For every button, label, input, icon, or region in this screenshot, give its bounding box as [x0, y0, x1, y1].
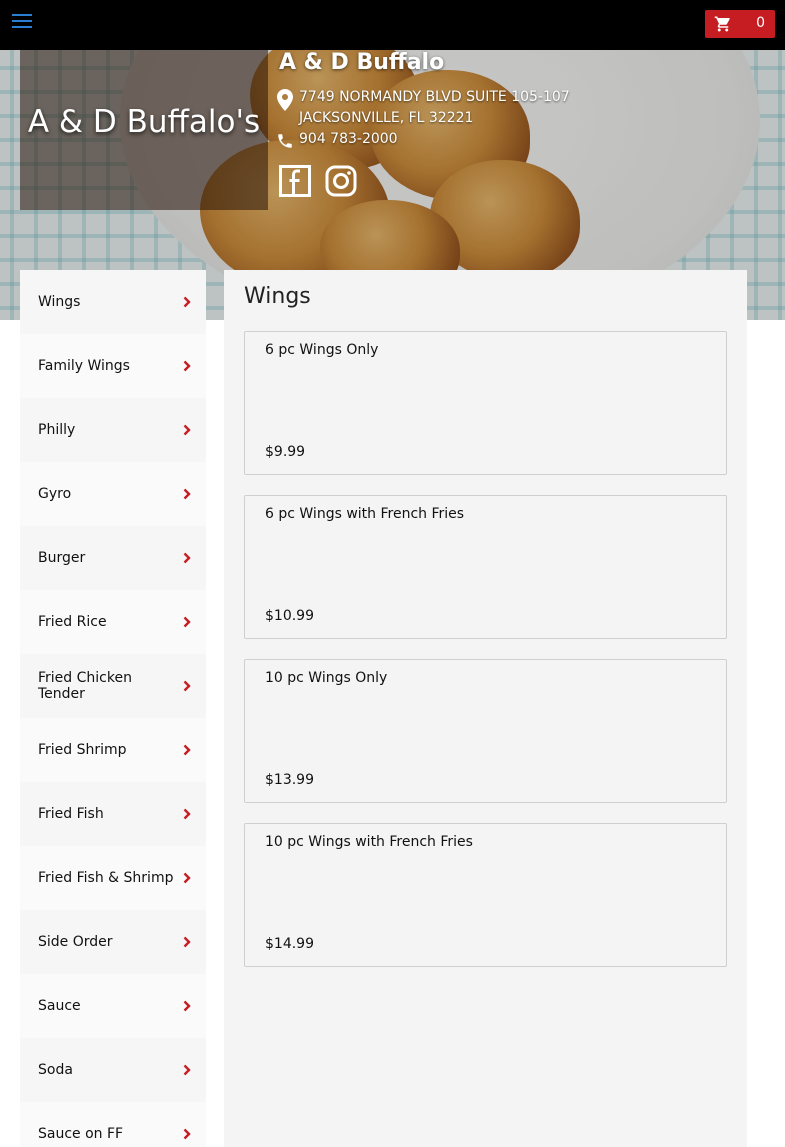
menu-item-card[interactable]: 10 pc Wings with French Fries $14.99: [244, 823, 727, 967]
chevron-right-icon: [183, 360, 191, 372]
chevron-right-icon: [183, 872, 191, 884]
chevron-right-icon: [183, 1128, 191, 1140]
sidebar-item-fried-chicken-tender[interactable]: Fried Chicken Tender: [20, 654, 206, 718]
sidebar-item-label: Soda: [38, 1062, 73, 1078]
sidebar-item-philly[interactable]: Philly: [20, 398, 206, 462]
sidebar-item-wings[interactable]: Wings: [20, 270, 206, 334]
logo-text: A & D Buffalo's: [27, 104, 261, 140]
sidebar-item-soda[interactable]: Soda: [20, 1038, 206, 1102]
sidebar-item-fried-shrimp[interactable]: Fried Shrimp: [20, 718, 206, 782]
sidebar-item-fried-fish[interactable]: Fried Fish: [20, 782, 206, 846]
sidebar-item-label: Sauce: [38, 998, 81, 1014]
sidebar-item-side-order[interactable]: Side Order: [20, 910, 206, 974]
sidebar-item-fried-fish-shrimp[interactable]: Fried Fish & Shrimp: [20, 846, 206, 910]
phone-icon: [278, 134, 292, 148]
menu-item-name: 6 pc Wings Only: [265, 342, 379, 358]
sidebar-item-label: Fried Fish & Shrimp: [38, 870, 174, 886]
facebook-icon[interactable]: [279, 165, 311, 197]
sidebar-item-label: Fried Shrimp: [38, 742, 127, 758]
chevron-right-icon: [183, 936, 191, 948]
sidebar-item-family-wings[interactable]: Family Wings: [20, 334, 206, 398]
address-line1: 7749 NORMANDY BLVD SUITE 105-107: [299, 89, 570, 105]
sidebar-item-label: Gyro: [38, 486, 72, 502]
chevron-right-icon: [183, 616, 191, 628]
chevron-right-icon: [183, 424, 191, 436]
shopping-cart-icon: [714, 16, 730, 32]
cart-count: 0: [756, 15, 765, 31]
chevron-right-icon: [183, 552, 191, 564]
sidebar-item-sauce-on-ff[interactable]: Sauce on FF: [20, 1102, 206, 1147]
menu-item-card[interactable]: 6 pc Wings Only $9.99: [244, 331, 727, 475]
menu-item-card[interactable]: 6 pc Wings with French Fries $10.99: [244, 495, 727, 639]
chevron-right-icon: [183, 1000, 191, 1012]
sidebar-item-label: Fried Fish: [38, 806, 104, 822]
sidebar-item-sauce[interactable]: Sauce: [20, 974, 206, 1038]
sidebar-item-label: Side Order: [38, 934, 113, 950]
chevron-right-icon: [183, 808, 191, 820]
chevron-right-icon: [183, 744, 191, 756]
menu-item-name: 10 pc Wings with French Fries: [265, 834, 473, 850]
menu-item-card[interactable]: 10 pc Wings Only $13.99: [244, 659, 727, 803]
sidebar-item-label: Family Wings: [38, 358, 130, 374]
hamburger-menu-icon[interactable]: [12, 14, 32, 30]
sidebar-item-burger[interactable]: Burger: [20, 526, 206, 590]
instagram-icon[interactable]: [325, 165, 357, 197]
address-line2: JACKSONVILLE, FL 32221: [299, 110, 474, 126]
chevron-right-icon: [183, 488, 191, 500]
category-sidebar: Wings Family Wings Philly Gyro Burger Fried R…: [20, 270, 206, 1147]
sidebar-item-label: Fried Chicken Tender: [38, 670, 132, 702]
sidebar-item-label: Fried Rice: [38, 614, 107, 630]
menu-section: Wings 6 pc Wings Only $9.99 6 pc Wings wit…: [224, 270, 747, 1147]
section-title: Wings: [244, 284, 311, 309]
sidebar-item-label: Burger: [38, 550, 86, 566]
sidebar-item-gyro[interactable]: Gyro: [20, 462, 206, 526]
menu-item-price: $13.99: [265, 772, 314, 788]
sidebar-item-label: Wings: [38, 294, 81, 310]
sidebar-item-label: Sauce on FF: [38, 1126, 124, 1142]
menu-item-name: 10 pc Wings Only: [265, 670, 388, 686]
menu-item-price: $14.99: [265, 936, 314, 952]
logo: A & D Buffalo's: [20, 50, 268, 210]
phone-number: 904 783-2000: [299, 131, 398, 147]
top-bar: 0: [0, 0, 785, 50]
chevron-right-icon: [183, 296, 191, 308]
sidebar-item-label: Philly: [38, 422, 76, 438]
restaurant-name: A & D Buffalo: [279, 50, 445, 75]
chevron-right-icon: [183, 1064, 191, 1076]
cart-button[interactable]: 0: [705, 10, 775, 38]
menu-item-price: $9.99: [265, 444, 306, 460]
menu-item-price: $10.99: [265, 608, 314, 624]
chevron-right-icon: [183, 680, 191, 692]
menu-item-name: 6 pc Wings with French Fries: [265, 506, 465, 522]
map-pin-icon: [277, 89, 293, 111]
sidebar-item-fried-rice[interactable]: Fried Rice: [20, 590, 206, 654]
